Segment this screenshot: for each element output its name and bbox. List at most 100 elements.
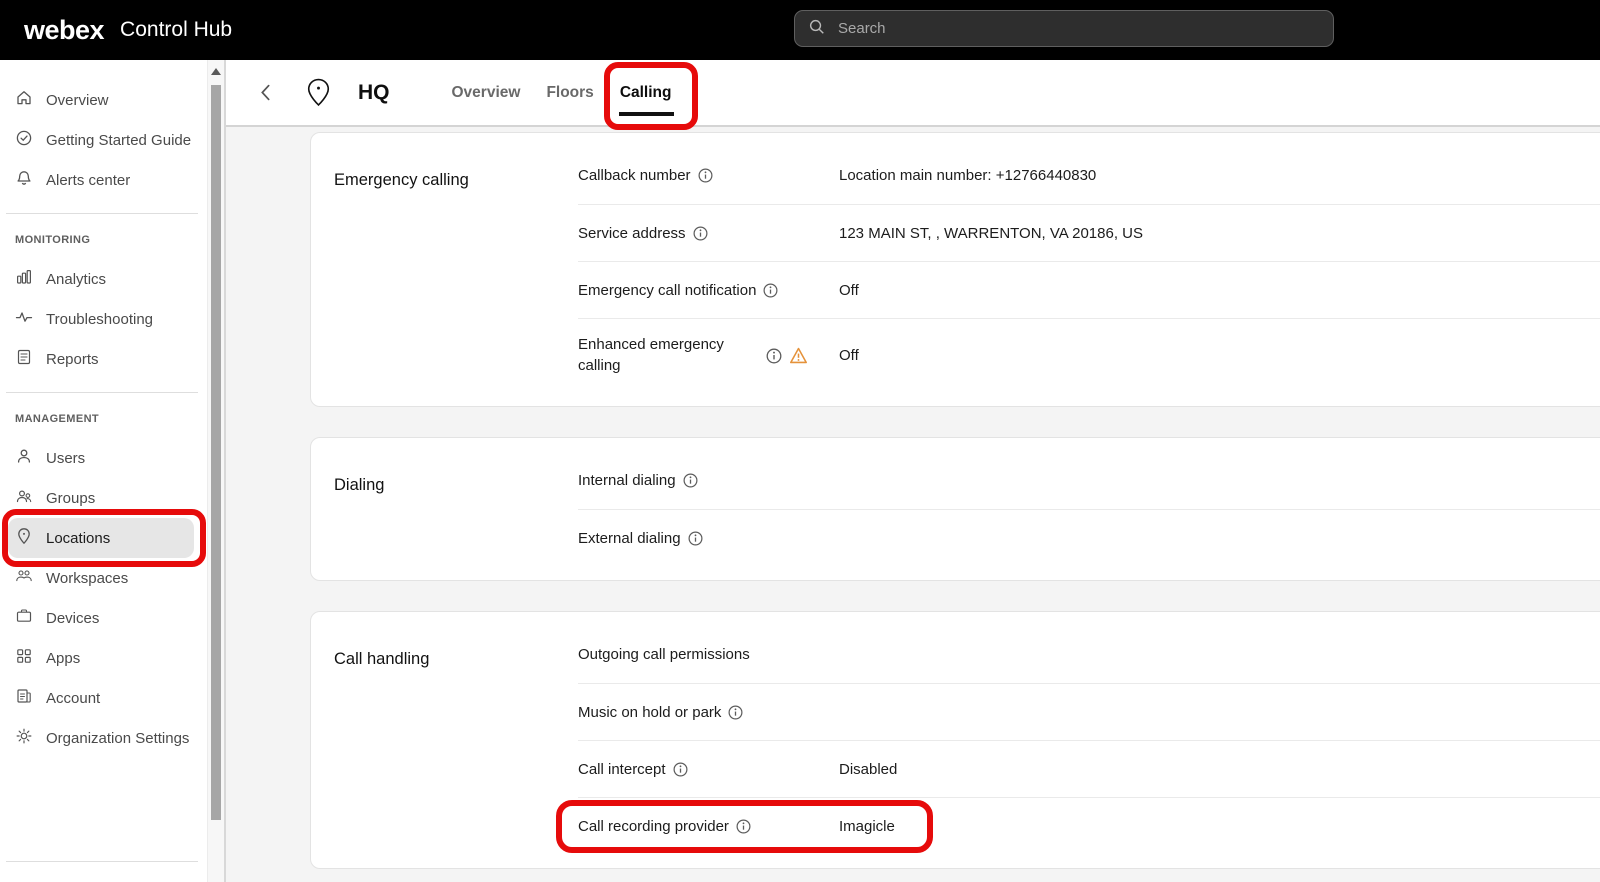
sidebar-item-overview[interactable]: Overview: [0, 80, 192, 120]
row-outgoing-call-permissions[interactable]: Outgoing call permissions: [578, 626, 1600, 683]
sidebar-item-apps[interactable]: Apps: [0, 638, 192, 678]
sidebar-item-devices[interactable]: Devices: [0, 598, 192, 638]
row-call-intercept[interactable]: Call intercept Disabled: [578, 740, 1600, 797]
info-icon[interactable]: [763, 283, 778, 298]
row-value: Disabled: [839, 761, 897, 778]
sidebar-item-troubleshooting[interactable]: Troubleshooting: [0, 299, 192, 339]
row-internal-dialing[interactable]: Internal dialing: [578, 452, 1600, 509]
row-emergency-call-notification[interactable]: Emergency call notification Off: [578, 261, 1600, 318]
sidebar-item-label: Organization Settings: [46, 730, 189, 747]
row-service-address[interactable]: Service address 123 MAIN ST, , WARRENTON…: [578, 204, 1600, 261]
info-icon[interactable]: [673, 762, 688, 777]
info-icon[interactable]: [693, 226, 708, 241]
sidebar-item-account[interactable]: Account: [0, 678, 192, 718]
label-text: Music on hold or park: [578, 704, 721, 721]
info-icon[interactable]: [688, 531, 703, 546]
sidebar-item-label: Groups: [46, 490, 95, 507]
label-text: Callback number: [578, 167, 691, 184]
search-input[interactable]: [836, 19, 1320, 38]
sidebar-item-getting-started-guide[interactable]: Getting Started Guide: [0, 120, 192, 160]
sidebar-item-organization-settings[interactable]: Organization Settings: [0, 718, 192, 758]
row-music-on-hold-or-park[interactable]: Music on hold or park: [578, 683, 1600, 740]
sidebar: Overview Getting Started Guide Alerts ce…: [0, 60, 226, 882]
location-pin-icon: [307, 78, 330, 107]
tab-label: Calling: [620, 84, 672, 101]
section-title: Emergency calling: [334, 147, 578, 392]
sidebar-scrollbar[interactable]: [207, 60, 224, 882]
calling-settings-content: Emergency calling Callback number Locati…: [226, 127, 1600, 882]
label-text: Call recording provider: [578, 818, 729, 835]
section-dialing: Dialing Internal dialing External dialin…: [310, 437, 1600, 581]
row-value: Off: [839, 282, 859, 299]
section-emergency-calling: Emergency calling Callback number Locati…: [310, 132, 1600, 407]
label-text: Service address: [578, 225, 686, 242]
sidebar-item-workspaces[interactable]: Workspaces: [0, 558, 192, 598]
info-icon[interactable]: [728, 705, 743, 720]
info-icon[interactable]: [736, 819, 751, 834]
row-enhanced-emergency-calling[interactable]: Enhanced emergency calling Off: [578, 318, 1600, 392]
info-icon[interactable]: [698, 168, 713, 183]
section-title: Dialing: [334, 452, 578, 566]
row-label: Enhanced emergency calling: [578, 335, 839, 376]
sidebar-item-label: Locations: [46, 530, 110, 547]
pulse-icon: [15, 308, 33, 330]
sidebar-item-analytics[interactable]: Analytics: [0, 259, 192, 299]
sidebar-divider: [6, 392, 198, 393]
warning-icon[interactable]: [789, 347, 808, 364]
sidebar-item-label: Reports: [46, 351, 99, 368]
sidebar-item-label: Analytics: [46, 271, 106, 288]
account-icon: [15, 687, 33, 709]
search-icon: [808, 18, 825, 40]
row-label: Music on hold or park: [578, 704, 839, 721]
back-button[interactable]: [252, 80, 279, 105]
label-text: Emergency call notification: [578, 282, 756, 299]
gear-icon: [15, 727, 33, 749]
sidebar-item-label: Users: [46, 450, 85, 467]
tab-floors[interactable]: Floors: [546, 84, 593, 102]
label-text: Internal dialing: [578, 472, 676, 489]
sidebar-item-users[interactable]: Users: [0, 438, 192, 478]
label-text: Enhanced emergency calling: [578, 335, 743, 376]
product-name: Control Hub: [120, 18, 232, 42]
sidebar-item-label: Troubleshooting: [46, 311, 153, 328]
row-label: Outgoing call permissions: [578, 646, 839, 663]
main-area: HQ Overview Floors Calling Emergency cal…: [226, 60, 1600, 882]
row-label: Emergency call notification: [578, 282, 839, 299]
row-value: Off: [839, 347, 859, 364]
label-text: External dialing: [578, 530, 681, 547]
sidebar-divider: [6, 213, 198, 214]
location-pin-icon: [15, 527, 33, 549]
sidebar-item-label: Getting Started Guide: [46, 132, 191, 149]
sidebar-item-label: Account: [46, 690, 100, 707]
search-box[interactable]: [794, 10, 1334, 47]
row-value: 123 MAIN ST, , WARRENTON, VA 20186, US: [839, 225, 1143, 242]
info-icon[interactable]: [766, 348, 782, 364]
row-label: Call recording provider: [578, 818, 839, 835]
info-icon[interactable]: [683, 473, 698, 488]
scroll-up-arrow-icon[interactable]: [211, 68, 221, 75]
bell-icon: [15, 169, 33, 191]
sidebar-divider: [6, 861, 198, 862]
workspaces-icon: [15, 567, 33, 589]
section-call-handling: Call handling Outgoing call permissions …: [310, 611, 1600, 869]
tab-overview[interactable]: Overview: [452, 84, 521, 102]
sidebar-item-reports[interactable]: Reports: [0, 339, 192, 379]
sidebar-item-label: Overview: [46, 92, 109, 109]
sidebar-item-label: Workspaces: [46, 570, 128, 587]
sidebar-item-locations[interactable]: Locations: [8, 518, 194, 558]
sidebar-item-groups[interactable]: Groups: [0, 478, 192, 518]
row-callback-number[interactable]: Callback number Location main number: +1…: [578, 147, 1600, 204]
sidebar-item-alerts-center[interactable]: Alerts center: [0, 160, 192, 200]
row-label: Service address: [578, 225, 839, 242]
sidebar-item-label: Devices: [46, 610, 99, 627]
row-external-dialing[interactable]: External dialing: [578, 509, 1600, 566]
row-value: Imagicle: [839, 818, 895, 835]
webex-logo: webex: [24, 15, 104, 46]
tab-calling[interactable]: Calling: [620, 84, 672, 102]
row-label: Call intercept: [578, 761, 839, 778]
check-circle-icon: [15, 129, 33, 151]
row-value: Location main number: +12766440830: [839, 167, 1096, 184]
row-call-recording-provider[interactable]: Call recording provider Imagicle: [578, 797, 1600, 854]
apps-grid-icon: [15, 647, 33, 669]
scrollbar-thumb[interactable]: [211, 85, 221, 820]
